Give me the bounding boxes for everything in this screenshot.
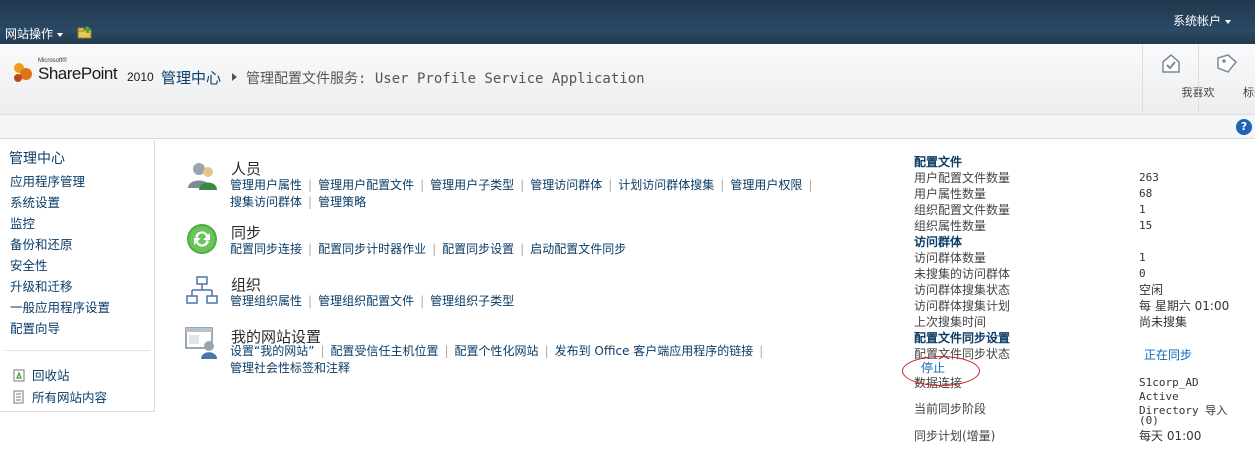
sharepoint-logo-icon [14,63,32,82]
value-audience-count: 1 [1139,251,1146,264]
link-start-profile-sync[interactable]: 启动配置文件同步 [530,242,626,256]
link-manage-org-subtypes[interactable]: 管理组织子类型 [430,294,514,308]
account-name: 系统帐户 [1172,14,1221,28]
help-bar: ? [0,115,1255,139]
nav-recycle-bin[interactable]: 回收站 [12,365,70,384]
label-user-properties: 用户属性数量 [914,187,987,201]
recycle-bin-icon [13,369,25,382]
value-org-profiles: 1 [1139,203,1146,216]
help-icon[interactable]: ? [1236,119,1252,135]
link-manage-social-tags[interactable]: 管理社会性标签和注释 [230,361,350,375]
link-configure-sync-settings[interactable]: 配置同步设置 [442,242,514,256]
quick-launch: 管理中心 应用程序管理 系统设置 监控 备份和还原 安全性 升级和迁移 一般应用… [0,140,155,412]
sync-status-link[interactable]: 正在同步 [1144,346,1192,363]
link-configure-sync-timer-job[interactable]: 配置同步计时器作业 [318,242,426,256]
site-content-label: 所有网站内容 [32,390,108,405]
panel-heading-audiences: 访问群体 [914,235,963,249]
link-schedule-audience-compilation[interactable]: 计划访问群体搜集 [618,178,714,192]
label-current-sync-stage: 当前同步阶段 [914,402,987,416]
value-compile-status: 空闲 [1139,283,1164,297]
breadcrumb-root-link[interactable]: 管理中心 [161,67,221,88]
link-manage-audiences[interactable]: 管理访问群体 [530,178,602,192]
thumbs-up-tag-icon [1162,54,1180,73]
nav-item-monitoring[interactable]: 监控 [10,213,35,232]
nav-item-config-wizards[interactable]: 配置向导 [10,318,60,337]
people-icon [188,163,217,190]
tags-label: 标签 [1243,86,1255,99]
value-data-connection-line1: S1corp_AD [1139,376,1199,389]
link-trusted-host-locations[interactable]: 配置受信任主机位置 [330,344,438,358]
people-links: 管理用户属性 | 管理用户配置文件 | 管理用户子类型 | 管理访问群体 | 计划访问群体搜集 |… [230,178,813,209]
logo-sharepoint-text: SharePoint [38,64,118,83]
nav-item-backup-restore[interactable]: 备份和还原 [10,234,73,253]
site-actions-label: 网站操作 [5,27,54,41]
tags-notes-button[interactable]: 标签 [1198,44,1255,114]
label-sync-schedule: 同步计划(增量) [914,429,996,443]
link-compile-audiences[interactable]: 搜集访问群体 [230,195,302,209]
value-compile-schedule: 每 星期六 01:00 [1139,299,1230,313]
tag-icon [1217,54,1238,73]
nav-heading-central-admin[interactable]: 管理中心 [9,148,65,168]
nav-item-general-settings[interactable]: 一般应用程序设置 [10,297,110,316]
link-setup-my-sites[interactable]: 设置“我的网站” [230,344,314,358]
label-uncompiled-audiences: 未搜集的访问群体 [914,267,1011,281]
value-uncompiled-audiences: 0 [1139,267,1146,280]
nav-item-security[interactable]: 安全性 [10,255,48,274]
link-manage-org-properties[interactable]: 管理组织属性 [230,294,302,308]
label-compile-schedule: 访问群体搜集计划 [914,299,1011,313]
label-user-profiles: 用户配置文件数量 [914,171,1011,185]
sync-links: 配置同步连接 | 配置同步计时器作业 | 配置同步设置 | 启动配置文件同步 [230,242,627,256]
navigate-up-icon[interactable] [77,25,93,39]
value-org-properties: 15 [1139,219,1153,232]
site-actions-menu[interactable]: 网站操作 [5,25,64,42]
link-manage-user-profiles[interactable]: 管理用户配置文件 [318,178,414,192]
site-content-icon [13,390,24,404]
sharepoint-logo: Microsoft® SharePoint 2010 [10,58,154,88]
panel-heading-sync-settings: 配置文件同步设置 [914,331,1011,345]
section-title-sync: 同步 [231,224,262,242]
link-manage-user-permissions[interactable]: 管理用户权限 [730,178,802,192]
label-org-properties: 组织属性数量 [914,219,987,233]
link-manage-org-profiles[interactable]: 管理组织配置文件 [318,294,414,308]
value-user-properties: 68 [1139,187,1153,200]
org-links: 管理组织属性 | 管理组织配置文件 | 管理组织子类型 [230,294,515,308]
label-last-compile: 上次搜集时间 [914,315,987,329]
nav-item-upgrade-migration[interactable]: 升级和迁移 [10,276,73,295]
label-org-profiles: 组织配置文件数量 [914,203,1011,217]
nav-item-system-settings[interactable]: 系统设置 [10,192,60,211]
mysite-links: 设置“我的网站” | 配置受信任主机位置 | 配置个性化网站 | 发布到 Office 客户… [230,344,764,375]
breadcrumb-arrow-icon [232,73,237,81]
chevron-down-icon [57,32,64,37]
value-data-connection-line4: (0) [1139,414,1159,427]
recycle-bin-label: 回收站 [32,368,70,383]
ribbon-top-bar: 网站操作 系统帐户 [0,0,1255,44]
label-audience-count: 访问群体数量 [914,251,987,265]
link-manage-user-subtypes[interactable]: 管理用户子类型 [430,178,514,192]
logo-year-text: 2010 [127,70,154,84]
value-last-compile: 尚未搜集 [1139,315,1188,329]
link-configure-sync-connections[interactable]: 配置同步连接 [230,242,302,256]
link-publish-to-office-clients[interactable]: 发布到 Office 客户端应用程序的链接 [555,344,754,358]
red-annotation-circle [902,356,980,386]
nav-item-app-management[interactable]: 应用程序管理 [10,171,85,190]
i-like-it-button[interactable]: 我喜欢 [1142,44,1215,114]
link-manage-policies[interactable]: 管理策略 [318,195,366,209]
my-site-icon [185,327,217,359]
sync-icon [187,224,217,254]
org-chart-icon [186,276,218,304]
label-compile-status: 访问群体搜集状态 [914,283,1011,297]
section-title-people: 人员 [231,160,262,178]
title-row: Microsoft® SharePoint 2010 管理中心 管理配置文件服务… [0,44,1255,115]
chevron-down-icon [1225,19,1231,24]
nav-divider [5,350,150,351]
panel-heading-profiles: 配置文件 [914,155,963,169]
nav-all-site-content[interactable]: 所有网站内容 [12,387,107,406]
value-sync-schedule: 每天 01:00 [1139,429,1202,443]
page-title: 管理配置文件服务: User Profile Service Applicati… [246,71,645,87]
link-manage-user-properties[interactable]: 管理用户属性 [230,178,302,192]
value-user-profiles: 263 [1139,171,1159,184]
section-title-organization: 组织 [231,276,262,294]
link-personalization-site[interactable]: 配置个性化网站 [455,344,539,358]
account-menu[interactable]: 系统帐户 [1173,12,1231,29]
